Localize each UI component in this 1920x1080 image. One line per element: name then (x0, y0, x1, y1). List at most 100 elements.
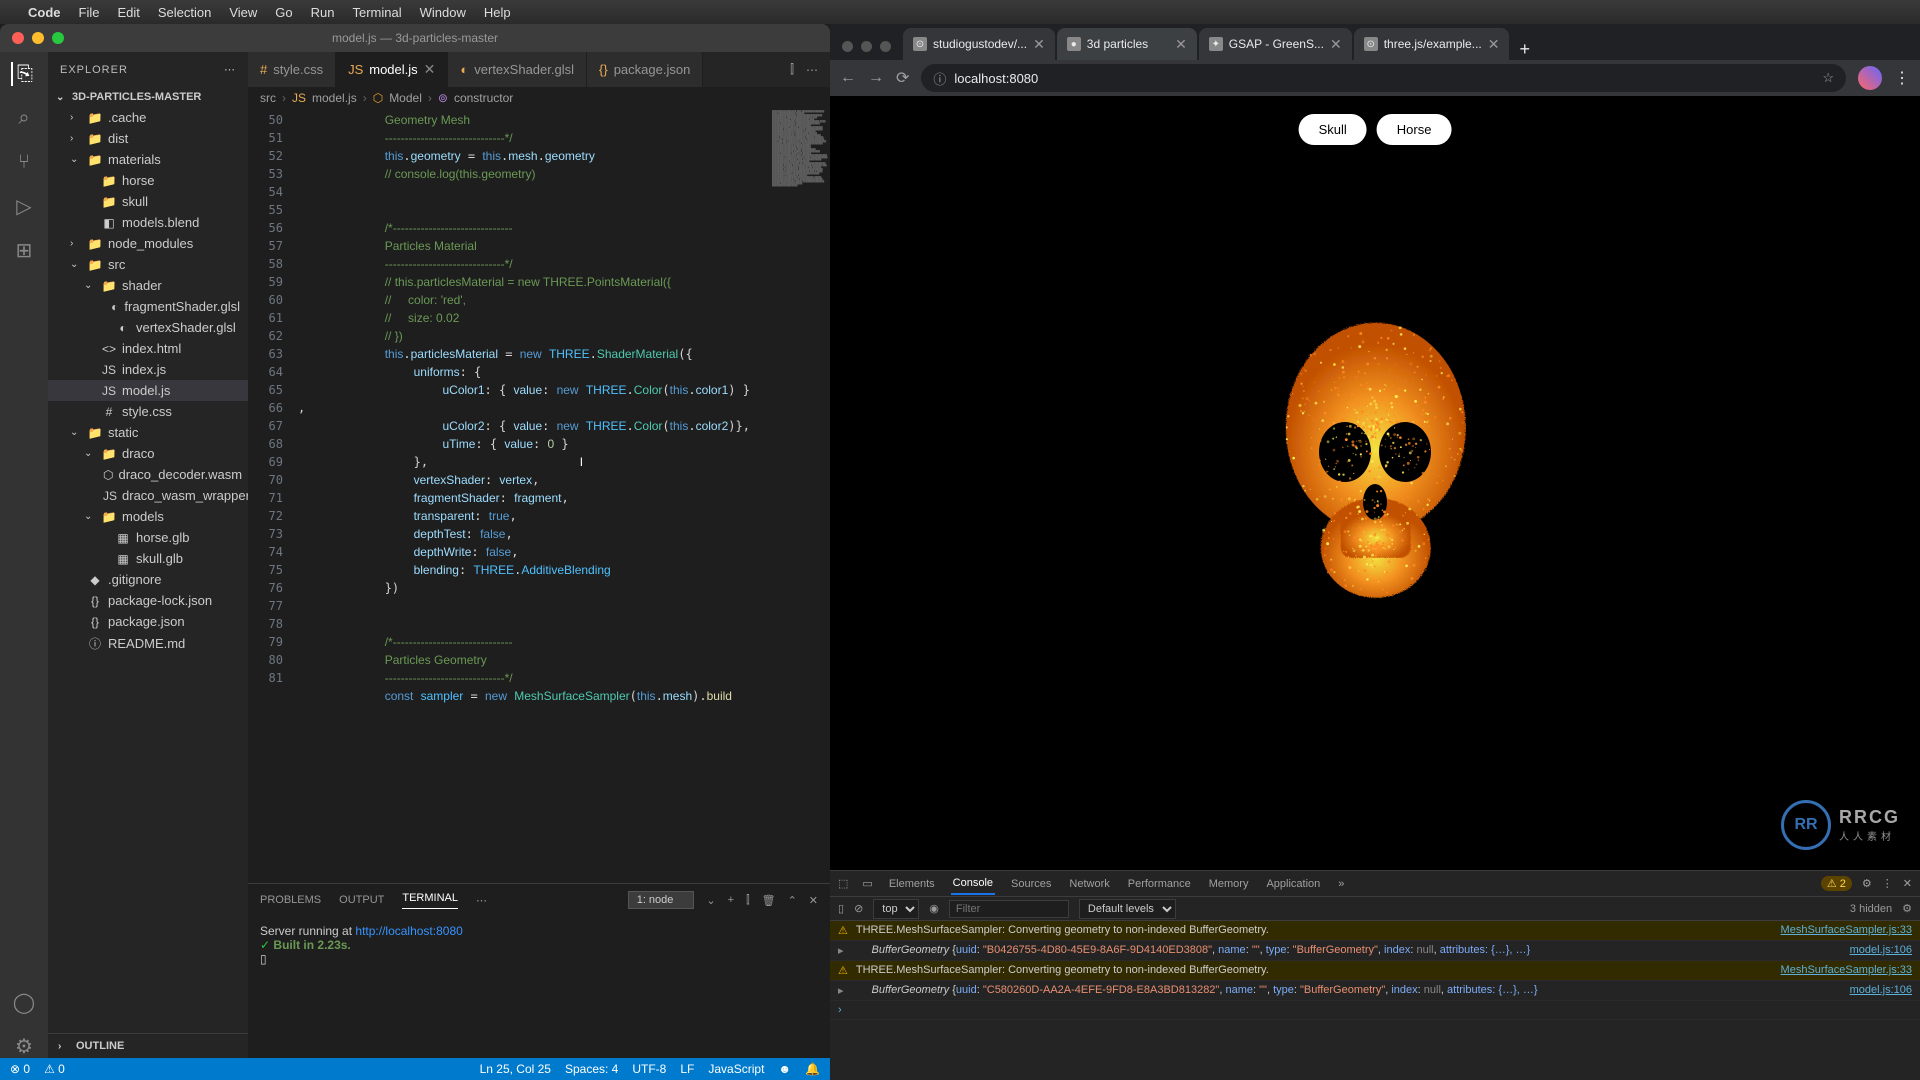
menu-app[interactable]: Code (28, 5, 61, 20)
reload-button[interactable]: ⟳ (896, 68, 909, 88)
bookmark-star-icon[interactable]: ☆ (1822, 70, 1834, 86)
dt-tab-elements[interactable]: Elements (887, 874, 937, 894)
tree-item[interactable]: 📁horse (48, 170, 248, 191)
dt-settings-icon[interactable]: ⚙ (1862, 877, 1872, 890)
status-warnings[interactable]: ⚠ 0 (44, 1062, 65, 1076)
status-bell-icon[interactable]: 🔔 (805, 1062, 820, 1076)
tree-item[interactable]: {}package-lock.json (48, 590, 248, 611)
status-errors[interactable]: ⊗ 0 (10, 1062, 30, 1076)
source-control-icon[interactable]: ⑂ (12, 150, 36, 174)
breadcrumb[interactable]: src› JS model.js› ⬡ Model› ⊚ constructor (248, 87, 830, 109)
dt-tab-console[interactable]: Console (951, 873, 995, 895)
menu-terminal[interactable]: Terminal (353, 5, 402, 20)
status-feedback-icon[interactable]: ☻ (778, 1062, 791, 1076)
tab-close-icon[interactable]: ✕ (1330, 36, 1342, 53)
close-terminal-icon[interactable]: ✕ (809, 894, 818, 907)
status-eol[interactable]: LF (680, 1062, 694, 1076)
tree-item[interactable]: ›📁dist (48, 128, 248, 149)
dt-context-select[interactable]: top (873, 899, 919, 919)
dt-tab-memory[interactable]: Memory (1207, 874, 1251, 894)
tree-item[interactable]: <>index.html (48, 338, 248, 359)
tree-item[interactable]: ◐vertexShader.glsl (48, 317, 248, 338)
new-tab-button[interactable]: + (1511, 39, 1538, 60)
menu-selection[interactable]: Selection (158, 5, 211, 20)
dt-sidebar-toggle-icon[interactable]: ▯ (838, 902, 844, 915)
tree-item[interactable]: JSdraco_wasm_wrapper.js (48, 485, 248, 506)
menu-help[interactable]: Help (484, 5, 511, 20)
tree-item[interactable]: 📁skull (48, 191, 248, 212)
explorer-icon[interactable]: ⎘ (11, 62, 35, 86)
tree-item[interactable]: ⌄📁shader (48, 275, 248, 296)
editor-more-icon[interactable]: ⋯ (806, 63, 818, 77)
account-icon[interactable]: ◯ (12, 990, 36, 1014)
browser-tab[interactable]: ✦GSAP - GreenS...✕ (1199, 28, 1352, 60)
dt-tab-sources[interactable]: Sources (1009, 874, 1053, 894)
tree-item[interactable]: JSindex.js (48, 359, 248, 380)
outline-section[interactable]: ›OUTLINE (48, 1033, 248, 1058)
browser-maximize-icon[interactable] (880, 41, 891, 52)
tree-item[interactable]: ◐fragmentShader.glsl (48, 296, 248, 317)
tree-item[interactable]: ⬡draco_decoder.wasm (48, 464, 248, 485)
devtools-device-icon[interactable]: ▭ (862, 877, 872, 890)
terminal-body[interactable]: Server running at http://localhost:8080 … (248, 916, 830, 1058)
status-cursor[interactable]: Ln 25, Col 25 (480, 1062, 551, 1076)
tab-close-icon[interactable]: ✕ (1033, 36, 1045, 53)
tab-close-icon[interactable]: ✕ (1488, 36, 1500, 53)
status-lang[interactable]: JavaScript (708, 1062, 764, 1076)
settings-gear-icon[interactable]: ⚙ (12, 1034, 36, 1058)
extensions-icon[interactable]: ⊞ (12, 238, 36, 262)
tree-item[interactable]: ⌄📁draco (48, 443, 248, 464)
tree-item[interactable]: {}package.json (48, 611, 248, 632)
browser-close-icon[interactable] (842, 41, 853, 52)
dt-tab-network[interactable]: Network (1067, 874, 1111, 894)
tree-item[interactable]: ⌄📁models (48, 506, 248, 527)
tree-item[interactable]: ◆.gitignore (48, 569, 248, 590)
menu-edit[interactable]: Edit (117, 5, 139, 20)
dt-tab-more[interactable]: » (1336, 874, 1346, 894)
tree-item[interactable]: ◧models.blend (48, 212, 248, 233)
terminal-selector[interactable]: 1: node (628, 891, 695, 909)
tree-item[interactable]: ⌄📁src (48, 254, 248, 275)
tree-item[interactable]: ▦skull.glb (48, 548, 248, 569)
dt-tab-performance[interactable]: Performance (1126, 874, 1193, 894)
browser-minimize-icon[interactable] (861, 41, 872, 52)
window-maximize-icon[interactable] (52, 32, 64, 44)
editor-tab[interactable]: JSmodel.js✕ (336, 52, 448, 87)
problems-tab[interactable]: PROBLEMS (260, 894, 321, 906)
tree-item[interactable]: ⌄📁static (48, 422, 248, 443)
menu-window[interactable]: Window (420, 5, 466, 20)
minimap[interactable]: █████████████████ ███ ████████████████ █… (770, 109, 830, 883)
dt-clear-icon[interactable]: ⊘ (854, 902, 863, 915)
output-tab[interactable]: OUTPUT (339, 894, 384, 906)
dt-eye-icon[interactable]: ◉ (929, 902, 939, 915)
menu-run[interactable]: Run (311, 5, 335, 20)
tree-item[interactable]: ⌄📁materials (48, 149, 248, 170)
dt-settings2-icon[interactable]: ⚙ (1902, 902, 1912, 915)
tree-item[interactable]: ›📁node_modules (48, 233, 248, 254)
editor-tab[interactable]: #style.css (248, 52, 336, 87)
browser-tab[interactable]: ⊙studiogustodev/...✕ (903, 28, 1055, 60)
sidebar-more-icon[interactable]: ⋯ (224, 63, 236, 76)
skull-button[interactable]: Skull (1299, 114, 1367, 145)
split-editor-icon[interactable]: ⫿ (790, 62, 794, 77)
address-bar[interactable]: ⓘ localhost:8080 ☆ (921, 64, 1846, 92)
dt-levels-select[interactable]: Default levels (1079, 899, 1176, 919)
editor-tab[interactable]: {}package.json (587, 52, 703, 87)
console-output[interactable]: ⚠THREE.MeshSurfaceSampler: Converting ge… (830, 921, 1920, 1080)
search-icon[interactable]: ⌕ (12, 106, 36, 130)
menu-view[interactable]: View (229, 5, 257, 20)
window-close-icon[interactable] (12, 32, 24, 44)
back-button[interactable]: ← (840, 69, 856, 87)
run-debug-icon[interactable]: ▷ (12, 194, 36, 218)
dt-tab-application[interactable]: Application (1264, 874, 1322, 894)
tree-item[interactable]: JSmodel.js (48, 380, 248, 401)
profile-avatar[interactable] (1858, 66, 1882, 90)
project-root[interactable]: ⌄3D-PARTICLES-MASTER (48, 87, 248, 107)
terminal-tab[interactable]: TERMINAL (402, 892, 458, 909)
site-info-icon[interactable]: ⓘ (933, 69, 946, 88)
forward-button[interactable]: → (868, 69, 884, 87)
window-minimize-icon[interactable] (32, 32, 44, 44)
devtools-inspect-icon[interactable]: ⬚ (838, 877, 848, 890)
menu-file[interactable]: File (79, 5, 100, 20)
kill-terminal-icon[interactable]: 🗑 (762, 894, 776, 907)
